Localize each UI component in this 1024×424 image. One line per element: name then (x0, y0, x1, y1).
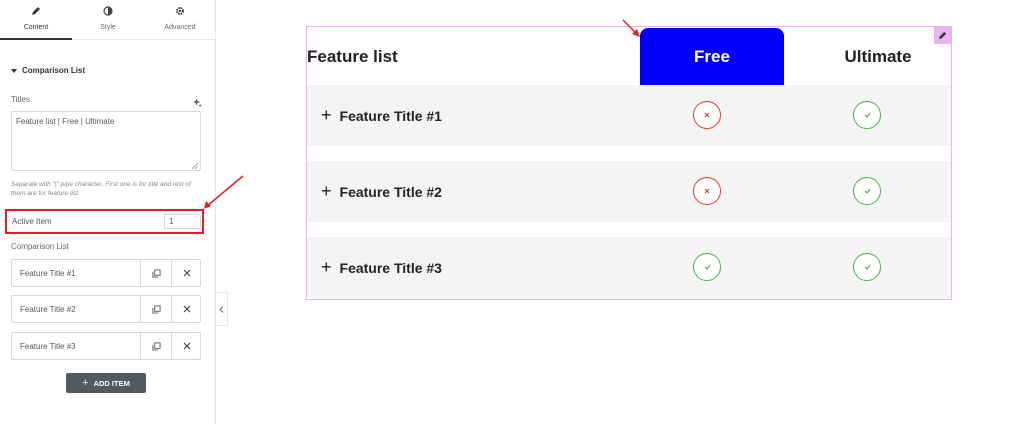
table-row: + Feature Title #2 (307, 161, 951, 222)
repeater-item: Feature Title #2 (11, 295, 201, 323)
add-item-label: ADD ITEM (93, 378, 130, 388)
collapse-panel-button[interactable] (216, 292, 228, 326)
feature-title-text: Feature Title #3 (339, 259, 442, 276)
caret-down-icon (11, 68, 17, 73)
tab-label: Content (23, 24, 49, 31)
repeater-item: Feature Title #3 (11, 332, 201, 360)
add-item-button[interactable]: + ADD ITEM (66, 373, 146, 393)
table-row: + Feature Title #1 (307, 85, 951, 146)
tab-style[interactable]: Style (72, 0, 144, 40)
plus-icon: + (321, 181, 332, 201)
check-icon (853, 253, 881, 281)
plus-icon: + (82, 377, 89, 389)
duplicate-icon[interactable] (140, 260, 171, 286)
contrast-icon (72, 6, 144, 18)
section-title: Comparison List (22, 66, 86, 75)
repeater-item: Feature Title #1 (11, 259, 201, 287)
check-icon (853, 101, 881, 129)
table-row: + Feature Title #3 (307, 237, 951, 298)
chevron-left-icon (219, 305, 224, 313)
repeater-item-title[interactable]: Feature Title #3 (20, 342, 76, 351)
active-item-input[interactable]: 1 (164, 214, 201, 229)
feature-title[interactable]: + Feature Title #2 (321, 161, 442, 222)
column-header-free: Free (640, 28, 784, 85)
gear-icon (144, 6, 216, 18)
cross-icon (693, 177, 721, 205)
editor-panel: Content Style Advanced Comparison List T… (0, 0, 216, 424)
check-icon (853, 177, 881, 205)
active-item-control: Active Item 1 (5, 209, 204, 234)
table-title: Feature list (307, 47, 398, 66)
repeater-item-title[interactable]: Feature Title #2 (20, 305, 76, 314)
resize-handle-icon[interactable] (191, 162, 199, 170)
close-icon[interactable] (171, 296, 201, 322)
duplicate-icon[interactable] (140, 333, 171, 359)
feature-title-text: Feature Title #2 (339, 183, 442, 200)
feature-title[interactable]: + Feature Title #3 (321, 237, 442, 298)
tab-advanced[interactable]: Advanced (144, 0, 216, 40)
tab-label: Advanced (164, 24, 196, 31)
tab-label: Style (100, 24, 116, 31)
titles-label: Titles (11, 95, 30, 104)
section-toggle-comparison-list[interactable]: Comparison List (11, 66, 85, 75)
close-icon[interactable] (171, 333, 201, 359)
column-header-ultimate: Ultimate (844, 46, 912, 66)
plus-icon: + (321, 105, 332, 125)
feature-title-text: Feature Title #1 (339, 107, 442, 124)
check-icon (693, 253, 721, 281)
pencil-icon (0, 6, 72, 18)
sparkle-icon[interactable] (193, 94, 202, 107)
duplicate-icon[interactable] (140, 296, 171, 322)
panel-tabs: Content Style Advanced (0, 0, 216, 40)
close-icon[interactable] (171, 260, 201, 286)
cross-icon (693, 101, 721, 129)
feature-title[interactable]: + Feature Title #1 (321, 85, 442, 146)
active-item-label: Active Item (12, 217, 52, 226)
tab-content[interactable]: Content (0, 0, 72, 40)
titles-value: Feature list | Free | Ultimate (16, 117, 115, 126)
titles-textarea[interactable]: Feature list | Free | Ultimate (11, 111, 201, 171)
plus-icon: + (321, 257, 332, 277)
repeater-item-title[interactable]: Feature Title #1 (20, 269, 76, 278)
titles-hint: Separate with "|" pipe character. First … (11, 181, 191, 197)
comparison-list-label: Comparison List (11, 242, 69, 251)
